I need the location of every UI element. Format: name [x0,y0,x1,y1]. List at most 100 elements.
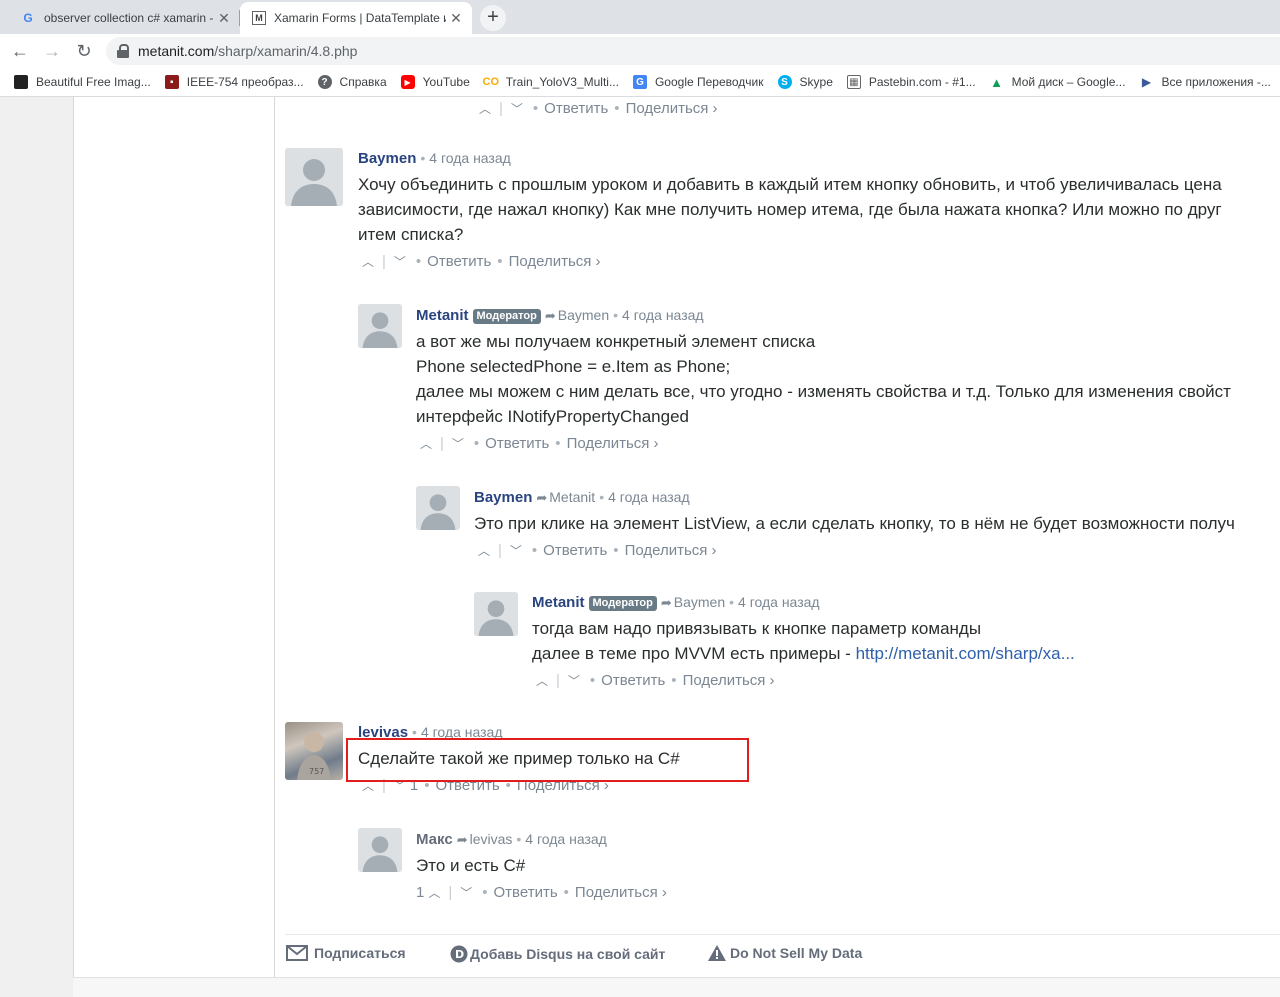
downvote-icon[interactable]: ﹀ [448,433,468,455]
do-not-sell-link[interactable]: Do Not Sell My Data [708,945,862,961]
metanit-favicon-icon: M [252,11,266,25]
avatar[interactable] [474,592,518,636]
comment-meta: Metanit Модератор ➦ Baymen • 4 года назад [532,594,820,611]
reply-arrow-icon: ➦ [544,308,556,323]
downvote-icon[interactable]: ﹀ [507,98,527,120]
reply-button[interactable]: Ответить [485,435,549,452]
pastebin-icon: ▦ [846,75,861,89]
bookmark-label: Мой диск – Google... [1011,75,1126,89]
back-arrow-icon[interactable]: ← [8,40,32,62]
comment-text-line: далее в теме про MVVM есть примеры - htt… [532,641,1075,666]
comment-text: далее в теме про MVVM есть примеры - [532,644,856,663]
share-button[interactable]: Поделиться › [625,542,717,559]
browser-tab-search[interactable]: G observer collection c# xamarin - I ✕ [8,2,240,34]
downvote-icon[interactable]: ﹀ [456,882,476,904]
svg-text:D: D [455,948,464,961]
comment-time[interactable]: 4 года назад [622,307,704,323]
close-tab-icon[interactable]: ✕ [214,10,234,27]
bookmark-help[interactable]: ? Справка [317,75,387,89]
bookmark-apps[interactable]: ▶ Все приложения -... [1139,75,1271,89]
downvote-icon[interactable]: ﹀ [564,670,584,692]
share-button[interactable]: Поделиться › [683,672,775,689]
bookmark-skype[interactable]: S Skype [777,75,833,89]
address-bar[interactable]: metanit.com/sharp/xamarin/4.8.php [106,37,1280,65]
comment-actions: ︿ | ﹀ • Ответить • Поделиться › [416,433,1231,455]
reply-to-author[interactable]: levivas [470,831,513,847]
share-button[interactable]: Поделиться › [509,253,601,270]
upvote-icon[interactable]: ︿ [416,433,436,455]
reply-button[interactable]: Ответить [544,100,608,117]
avatar-photo[interactable]: 757 [285,722,343,780]
reply-button[interactable]: Ответить [543,542,607,559]
bookmark-drive[interactable]: ▲ Мой диск – Google... [990,75,1126,90]
bookmark-label: YouTube [422,75,470,89]
upvote-icon[interactable]: ︿ [532,670,552,692]
comment-time[interactable]: 4 года назад [738,594,820,610]
reply-button[interactable]: Ответить [494,884,558,901]
comment-time[interactable]: 4 года назад [525,831,607,847]
avatar[interactable] [358,828,402,872]
avatar[interactable] [285,148,343,206]
bookmark-colab[interactable]: CO Train_YoloV3_Multi... [483,75,619,89]
envelope-icon [286,945,308,961]
forward-arrow-icon[interactable]: → [40,40,64,62]
downvote-icon[interactable]: ﹀ [390,251,410,273]
comment-c4: Metanit Модератор ➦ Baymen • 4 года назад тог… [532,592,1075,692]
reply-to-author[interactable]: Baymen [558,307,609,323]
upvote-icon[interactable]: ︿ [358,251,378,273]
bookmark-label: Train_YoloV3_Multi... [505,75,619,89]
comment-author[interactable]: Metanit [532,594,585,611]
close-tab-icon[interactable]: ✕ [446,10,466,27]
bookmark-label: Skype [799,75,833,89]
svg-text:757: 757 [309,767,324,776]
reply-to-author[interactable]: Metanit [549,489,595,505]
comment-author[interactable]: Baymen [358,150,416,167]
bookmark-unsplash[interactable]: Beautiful Free Imag... [14,75,151,89]
page-content: ︿ | ﹀ • Ответить • Поделиться › Baymen • 4 года … [0,97,1280,997]
bookmark-youtube[interactable]: ▶ YouTube [400,75,470,89]
avatar[interactable] [358,304,402,348]
bookmark-translate[interactable]: G Google Переводчик [632,75,764,89]
new-tab-button[interactable]: + [480,5,506,31]
reply-button[interactable]: Ответить [601,672,665,689]
comment-link[interactable]: http://metanit.com/sharp/xa... [856,644,1075,663]
share-button[interactable]: Поделиться › [567,435,659,452]
upvote-icon[interactable]: ︿ [475,98,495,120]
avatar[interactable] [416,486,460,530]
comment-body: Это при клике на элемент ListView, а есл… [474,511,1235,536]
moderator-badge: Модератор [588,596,657,611]
comment-text-line: Phone selectedPhone = e.Item as Phone; [416,357,731,376]
youtube-icon: ▶ [400,75,415,89]
comment-body: Это и есть C# [416,853,667,878]
disqus-icon: D [450,945,468,963]
reload-icon[interactable]: ↻ [72,40,96,62]
browser-tab-metanit[interactable]: M Xamarin Forms | DataTemplate и ✕ [240,2,472,34]
reply-to-author[interactable]: Baymen [674,594,725,610]
comment-author[interactable]: Макс [416,831,453,848]
upvote-icon[interactable]: ︿ [474,540,494,562]
bookmark-ieee[interactable]: ▪ IEEE-754 преобраз... [164,75,304,89]
lock-icon [116,44,130,58]
comment-body: а вот же мы получаем конкретный элемент … [416,329,1231,429]
url-host: metanit.com [138,43,215,59]
comment-c1: Baymen • 4 года назад Хочу объединить с пр… [358,148,1222,273]
comment-c2: Metanit Модератор ➦ Baymen • 4 года назад а в… [416,305,1231,455]
bookmark-label: Справка [339,75,387,89]
subscribe-link[interactable]: Подписаться [286,945,406,961]
reply-arrow-icon: ➦ [536,490,548,505]
comment-author[interactable]: Metanit [416,307,469,324]
comment-text-line: далее мы можем с ним делать все, что уго… [416,382,1231,401]
comment-body: Хочу объединить с прошлым уроком и добав… [358,172,1222,247]
upvote-icon[interactable]: ︿ [424,882,444,904]
reply-button[interactable]: Ответить [427,253,491,270]
comment-time[interactable]: 4 года назад [429,150,511,166]
comment-actions-previous: ︿ | ﹀ • Ответить • Поделиться › [475,98,718,120]
add-disqus-link[interactable]: D Добавь Disqus на свой сайт [450,945,665,963]
comment-author[interactable]: Baymen [474,489,532,506]
comment-time[interactable]: 4 года назад [608,489,690,505]
tab-title: Xamarin Forms | DataTemplate и [274,11,446,25]
downvote-icon[interactable]: ﹀ [506,540,526,562]
share-button[interactable]: Поделиться › [575,884,667,901]
share-button[interactable]: Поделиться › [626,100,718,117]
bookmark-pastebin[interactable]: ▦ Pastebin.com - #1... [846,75,976,89]
